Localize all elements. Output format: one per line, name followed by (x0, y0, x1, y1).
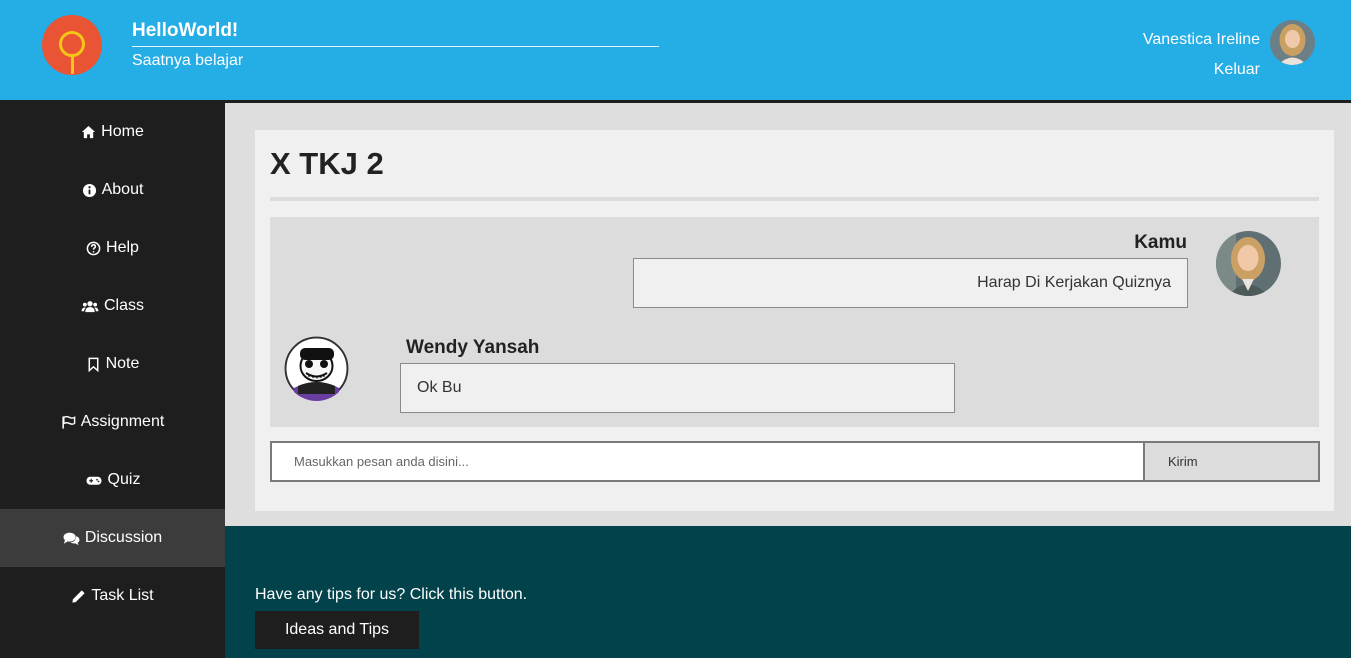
users-icon (81, 300, 99, 312)
avatar (284, 336, 349, 401)
sidebar-item-assignment[interactable]: Assignment (0, 393, 225, 451)
sidebar: Home About Help Class Note Assignment Qu… (0, 103, 225, 658)
sidebar-item-about[interactable]: About (0, 161, 225, 219)
message-sender: Wendy Yansah (406, 337, 540, 358)
sidebar-item-quiz[interactable]: Quiz (0, 451, 225, 509)
sidebar-item-help[interactable]: Help (0, 219, 225, 277)
sidebar-item-label: Task List (91, 587, 154, 604)
sidebar-item-class[interactable]: Class (0, 277, 225, 335)
flag-icon (62, 415, 75, 429)
message-text: Harap Di Kerjakan Quiznya (977, 274, 1171, 291)
brand-divider (132, 46, 659, 47)
send-button[interactable]: Kirim (1143, 441, 1320, 482)
logo-icon[interactable] (42, 15, 102, 75)
message-input[interactable] (270, 441, 1145, 482)
question-circle-icon (86, 241, 101, 255)
home-icon (82, 125, 96, 138)
gamepad-icon (86, 476, 102, 485)
avatar (1216, 231, 1281, 296)
comments-icon (63, 532, 80, 545)
sidebar-item-label: Help (106, 239, 139, 256)
message-text: Ok Bu (417, 379, 462, 396)
sidebar-item-home[interactable]: Home (0, 103, 225, 161)
message-bubble: Harap Di Kerjakan Quiznya (633, 258, 1188, 308)
sidebar-item-label: Discussion (84, 529, 163, 546)
sidebar-item-label: Assignment (80, 413, 165, 430)
ideas-tips-button[interactable]: Ideas and Tips (255, 611, 419, 649)
sidebar-item-label: Class (103, 297, 144, 314)
sidebar-item-label: Home (101, 123, 144, 140)
logout-link[interactable]: Keluar (1214, 61, 1260, 79)
sidebar-item-discussion[interactable]: Discussion (0, 509, 225, 567)
message-sender: Kamu (1134, 232, 1187, 253)
title-divider (270, 197, 1319, 201)
footer-text: Have any tips for us? Click this button. (255, 586, 528, 603)
message-bubble: Ok Bu (400, 363, 955, 413)
brand-title: HelloWorld! (132, 20, 239, 41)
sidebar-item-task-list[interactable]: Task List (0, 567, 225, 625)
sidebar-item-label: About (101, 181, 144, 198)
sidebar-item-label: Note (105, 355, 140, 372)
user-avatar[interactable] (1270, 20, 1315, 65)
page-title: X TKJ 2 (270, 146, 384, 181)
pencil-icon (72, 589, 85, 603)
brand-subtitle: Saatnya belajar (132, 52, 244, 69)
user-name: Vanestica Ireline (1142, 31, 1260, 48)
info-icon (82, 183, 96, 197)
bookmark-icon (88, 357, 99, 372)
header: HelloWorld! Saatnya belajar Vanestica Ir… (0, 0, 1351, 100)
sidebar-item-label: Quiz (107, 471, 141, 488)
sidebar-item-note[interactable]: Note (0, 335, 225, 393)
